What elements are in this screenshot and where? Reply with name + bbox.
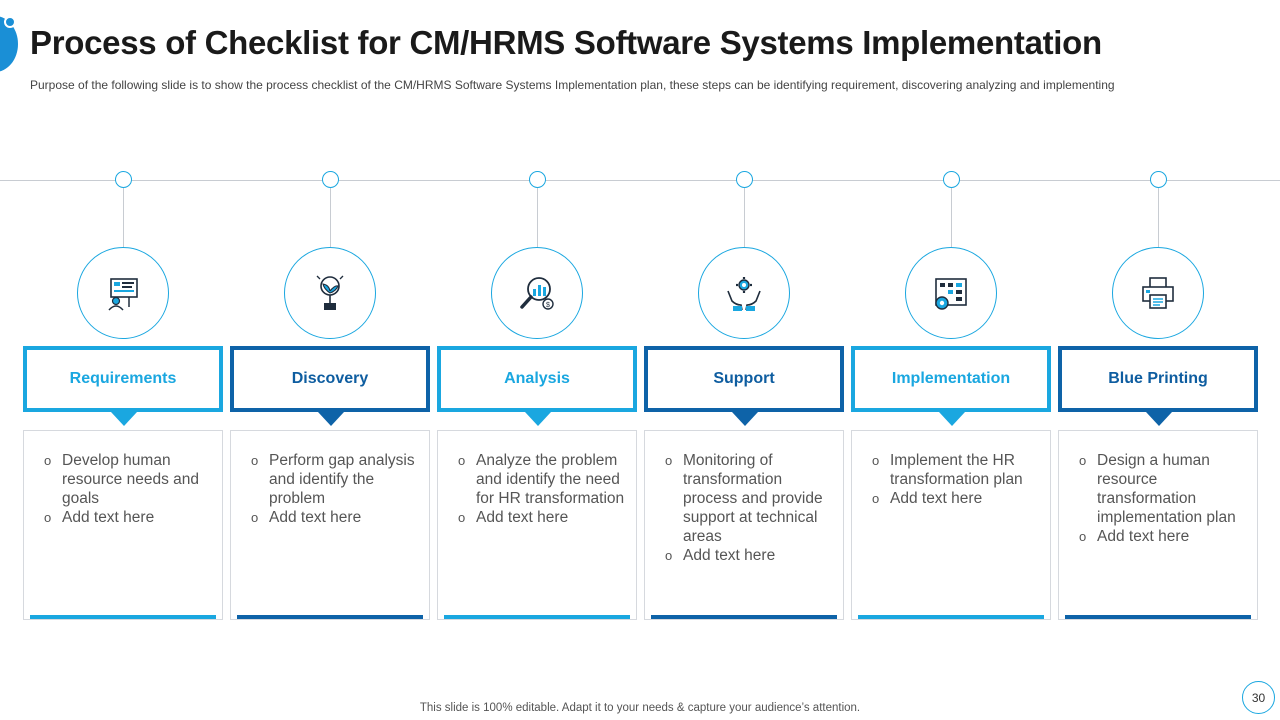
step-title: Blue Printing [1058,346,1258,412]
step-title: Analysis [437,346,637,412]
step-title: Requirements [23,346,223,412]
bullet-item: Add text here [458,508,626,527]
timeline-node [529,171,546,188]
timeline-connector [123,188,124,248]
bullet-item: Design a human resource transformation i… [1079,451,1247,527]
bullet-item: Perform gap analysis and identify the pr… [251,451,419,508]
idea-plant-icon [284,247,376,339]
step-description: Develop human resource needs and goals A… [23,430,223,620]
timeline-connector [330,188,331,248]
accent-bar [444,615,630,619]
timeline-connector [1158,188,1159,248]
bullet-item: Add text here [872,489,1040,508]
step-pointer [732,412,758,426]
page-subtitle: Purpose of the following slide is to sho… [30,78,1115,92]
step-analysis: $ Analysis Analyze the problem and ident… [437,170,637,622]
step-discovery: Discovery Perform gap analysis and ident… [230,170,430,622]
timeline-node [1150,171,1167,188]
step-pointer [1146,412,1172,426]
bullet-item: Add text here [1079,527,1247,546]
step-description: Perform gap analysis and identify the pr… [230,430,430,620]
timeline-node [115,171,132,188]
bullet-item: Monitoring of transformation process and… [665,451,833,546]
blueprint-gear-icon [905,247,997,339]
accent-bar [651,615,837,619]
step-pointer [111,412,137,426]
footer-note: This slide is 100% editable. Adapt it to… [419,702,861,714]
accent-bar [1065,615,1251,619]
bullet-item: Implement the HR transformation plan [872,451,1040,489]
step-description: Analyze the problem and identify the nee… [437,430,637,620]
step-description: Implement the HR transformation plan Add… [851,430,1051,620]
step-requirements: Requirements Develop human resource need… [23,170,223,622]
step-description: Design a human resource transformation i… [1058,430,1258,620]
step-implementation: Implementation Implement the HR transfor… [851,170,1051,622]
timeline-connector [951,188,952,248]
step-title: Discovery [230,346,430,412]
bullet-item: Develop human resource needs and goals [44,451,212,508]
step-pointer [939,412,965,426]
step-description: Monitoring of transformation process and… [644,430,844,620]
step-title: Implementation [851,346,1051,412]
hands-gear-icon [698,247,790,339]
bullet-item: Add text here [251,508,419,527]
step-title: Support [644,346,844,412]
bullet-item: Analyze the problem and identify the nee… [458,451,626,508]
step-pointer [318,412,344,426]
printer-icon [1112,247,1204,339]
bullet-item: Add text here [44,508,212,527]
accent-bar [30,615,216,619]
hr-presentation-icon [77,247,169,339]
corner-decoration-dot [4,16,16,28]
step-support: Support Monitoring of transformation pro… [644,170,844,622]
page-title: Process of Checklist for CM/HRMS Softwar… [30,24,1102,61]
accent-bar [237,615,423,619]
timeline-connector [537,188,538,248]
timeline-connector [744,188,745,248]
svg-text:$: $ [546,302,550,309]
page-number: 30 [1242,681,1275,714]
timeline-node [736,171,753,188]
timeline-node [943,171,960,188]
timeline-node [322,171,339,188]
step-blue-printing: Blue Printing Design a human resource tr… [1058,170,1258,622]
step-pointer [525,412,551,426]
accent-bar [858,615,1044,619]
magnifier-chart-icon: $ [491,247,583,339]
bullet-item: Add text here [665,546,833,565]
